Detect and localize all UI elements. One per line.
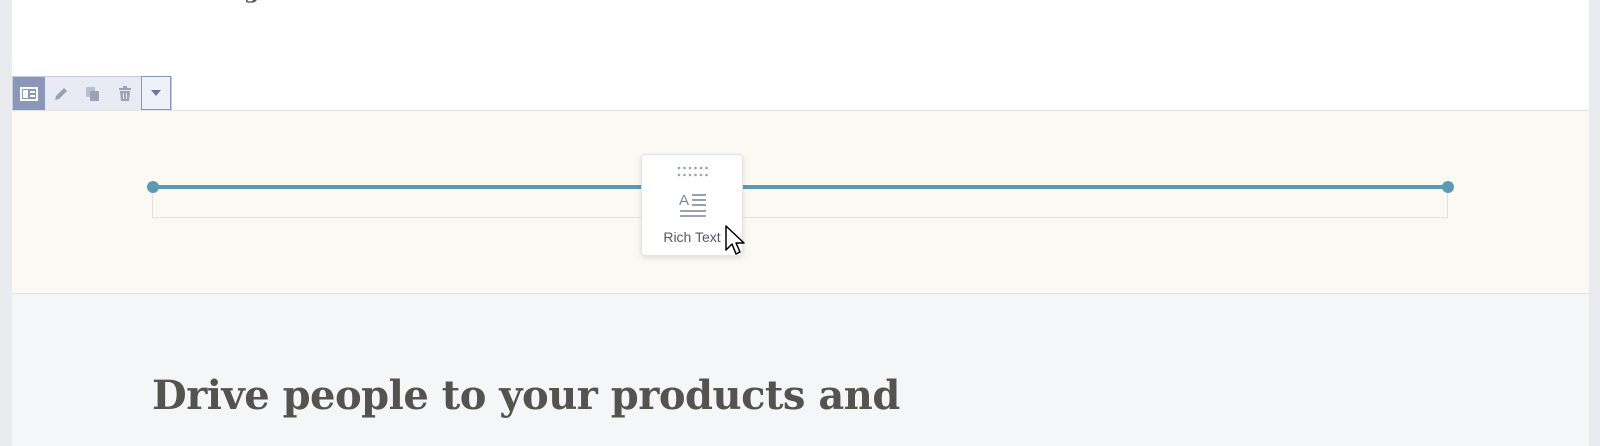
mouse-pointer-icon	[725, 225, 745, 255]
section-heading[interactable]: Drive people to your products and	[152, 370, 900, 422]
divider-left-handle[interactable]	[147, 181, 159, 193]
trash-icon	[119, 85, 131, 101]
section-top: g	[12, 0, 1589, 110]
divider-line[interactable]	[152, 185, 1448, 189]
rich-text-icon: A	[679, 192, 706, 217]
divider-module-outline	[152, 186, 1448, 218]
layout-icon	[20, 86, 38, 101]
more-options-dropdown[interactable]	[141, 76, 171, 110]
section-bottom: Drive people to your products and	[12, 294, 1589, 446]
edit-button[interactable]	[45, 77, 77, 110]
delete-button[interactable]	[109, 77, 141, 110]
duplicate-icon	[86, 86, 99, 101]
svg-text:A: A	[679, 192, 689, 209]
chevron-down-icon	[151, 90, 161, 96]
divider-right-handle[interactable]	[1442, 181, 1454, 193]
section-toolbar	[12, 76, 172, 110]
duplicate-button[interactable]	[77, 77, 109, 110]
page-canvas: g Drive people to your products and	[12, 0, 1589, 446]
drag-handle-icon[interactable]	[676, 165, 710, 179]
pencil-icon	[55, 87, 67, 100]
layout-button[interactable]	[13, 77, 45, 110]
cut-off-text: g	[244, 0, 264, 4]
